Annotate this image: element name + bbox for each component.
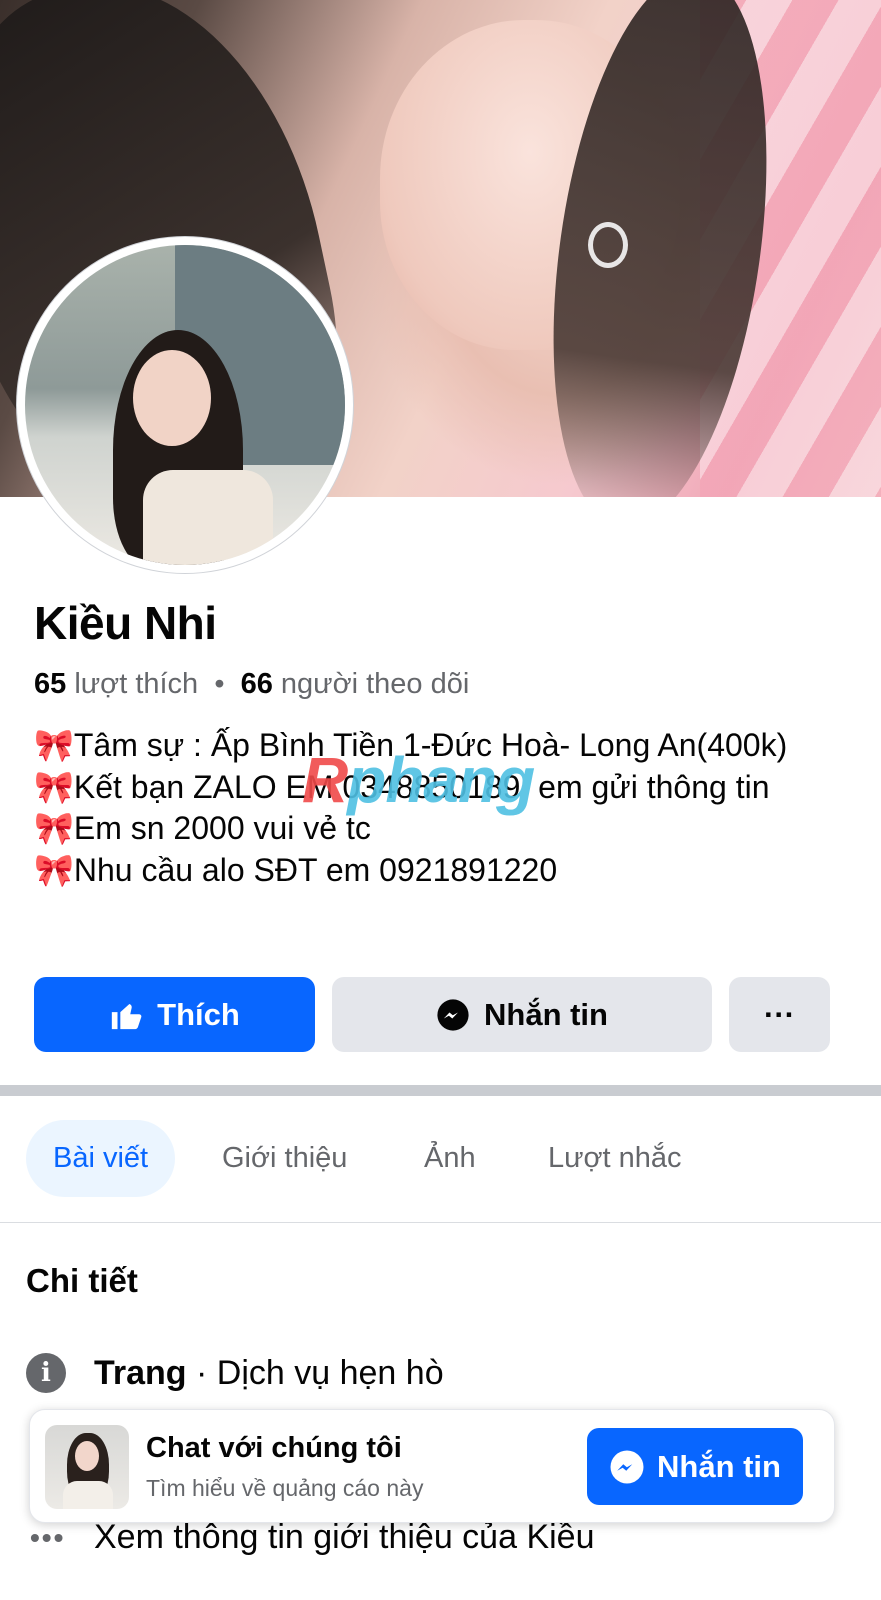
avatar-face xyxy=(133,350,211,446)
tabs-divider xyxy=(0,1222,881,1223)
more-dots-icon: ··· xyxy=(764,996,795,1032)
messenger-icon xyxy=(437,998,469,1031)
chat-ad-title: Chat với chúng tôi xyxy=(146,1432,402,1464)
page-category-row: i Trang · Dịch vụ hẹn hò xyxy=(26,1353,444,1393)
page-category: · Dịch vụ hẹn hò xyxy=(186,1353,444,1392)
tab-photos[interactable]: Ảnh xyxy=(424,1120,476,1197)
avatar[interactable] xyxy=(25,245,345,565)
stats-separator: • xyxy=(214,668,225,700)
messenger-icon xyxy=(610,1450,644,1483)
see-about-text: Xem thông tin giới thiệu của Kiều xyxy=(94,1518,595,1556)
page-type-label: Trang xyxy=(94,1353,187,1392)
thumb-body xyxy=(63,1481,113,1509)
more-options-button[interactable]: ··· xyxy=(729,977,830,1052)
see-about-row[interactable]: ••• Xem thông tin giới thiệu của Kiều xyxy=(30,1518,595,1557)
watermark-logo: Rphang xyxy=(302,748,535,812)
info-icon: i xyxy=(26,1353,66,1393)
chat-ad-card[interactable]: Chat với chúng tôi Tìm hiểu về quảng cáo… xyxy=(29,1409,835,1523)
tab-mentions[interactable]: Lượt nhắc xyxy=(548,1120,682,1197)
cover-earring xyxy=(588,222,628,268)
followers-label: người theo dõi xyxy=(280,668,470,700)
tab-about-label: Giới thiệu xyxy=(222,1142,348,1174)
avatar-dress xyxy=(143,470,273,565)
profile-name: Kiều Nhi xyxy=(34,597,217,649)
watermark-rest: phang xyxy=(347,744,535,816)
message-button-label: Nhắn tin xyxy=(484,996,608,1032)
thumbs-up-icon xyxy=(111,1003,142,1029)
details-heading: Chi tiết xyxy=(26,1262,138,1299)
chat-ad-subtitle[interactable]: Tìm hiểu về quảng cáo này xyxy=(146,1475,423,1502)
tab-mentions-label: Lượt nhắc xyxy=(548,1142,682,1174)
section-separator xyxy=(0,1085,881,1096)
profile-tabs: Bài viết Giới thiệu Ảnh Lượt nhắc xyxy=(0,1120,881,1200)
chat-ad-button-label: Nhắn tin xyxy=(657,1448,781,1484)
tab-photos-label: Ảnh xyxy=(424,1142,476,1174)
chat-ad-thumbnail xyxy=(45,1425,129,1509)
bio-line: 🎀Nhu cầu alo SĐT em 0921891220 xyxy=(34,851,558,888)
tab-posts[interactable]: Bài viết xyxy=(26,1120,176,1197)
likes-count: 65 xyxy=(34,668,67,700)
tab-posts-label: Bài viết xyxy=(53,1142,149,1174)
likes-label: lượt thích xyxy=(74,668,199,700)
like-button[interactable]: Thích xyxy=(34,977,315,1052)
more-horizontal-icon: ••• xyxy=(30,1521,66,1553)
message-button[interactable]: Nhắn tin xyxy=(332,977,712,1052)
tab-about[interactable]: Giới thiệu xyxy=(222,1120,347,1197)
followers-count: 66 xyxy=(240,668,273,700)
watermark-first-letter: R xyxy=(302,744,348,816)
thumb-face xyxy=(75,1441,99,1471)
like-button-label: Thích xyxy=(157,996,240,1032)
chat-ad-message-button[interactable]: Nhắn tin xyxy=(587,1428,803,1505)
profile-stats[interactable]: 65 lượt thích • 66 người theo dõi xyxy=(34,668,469,701)
